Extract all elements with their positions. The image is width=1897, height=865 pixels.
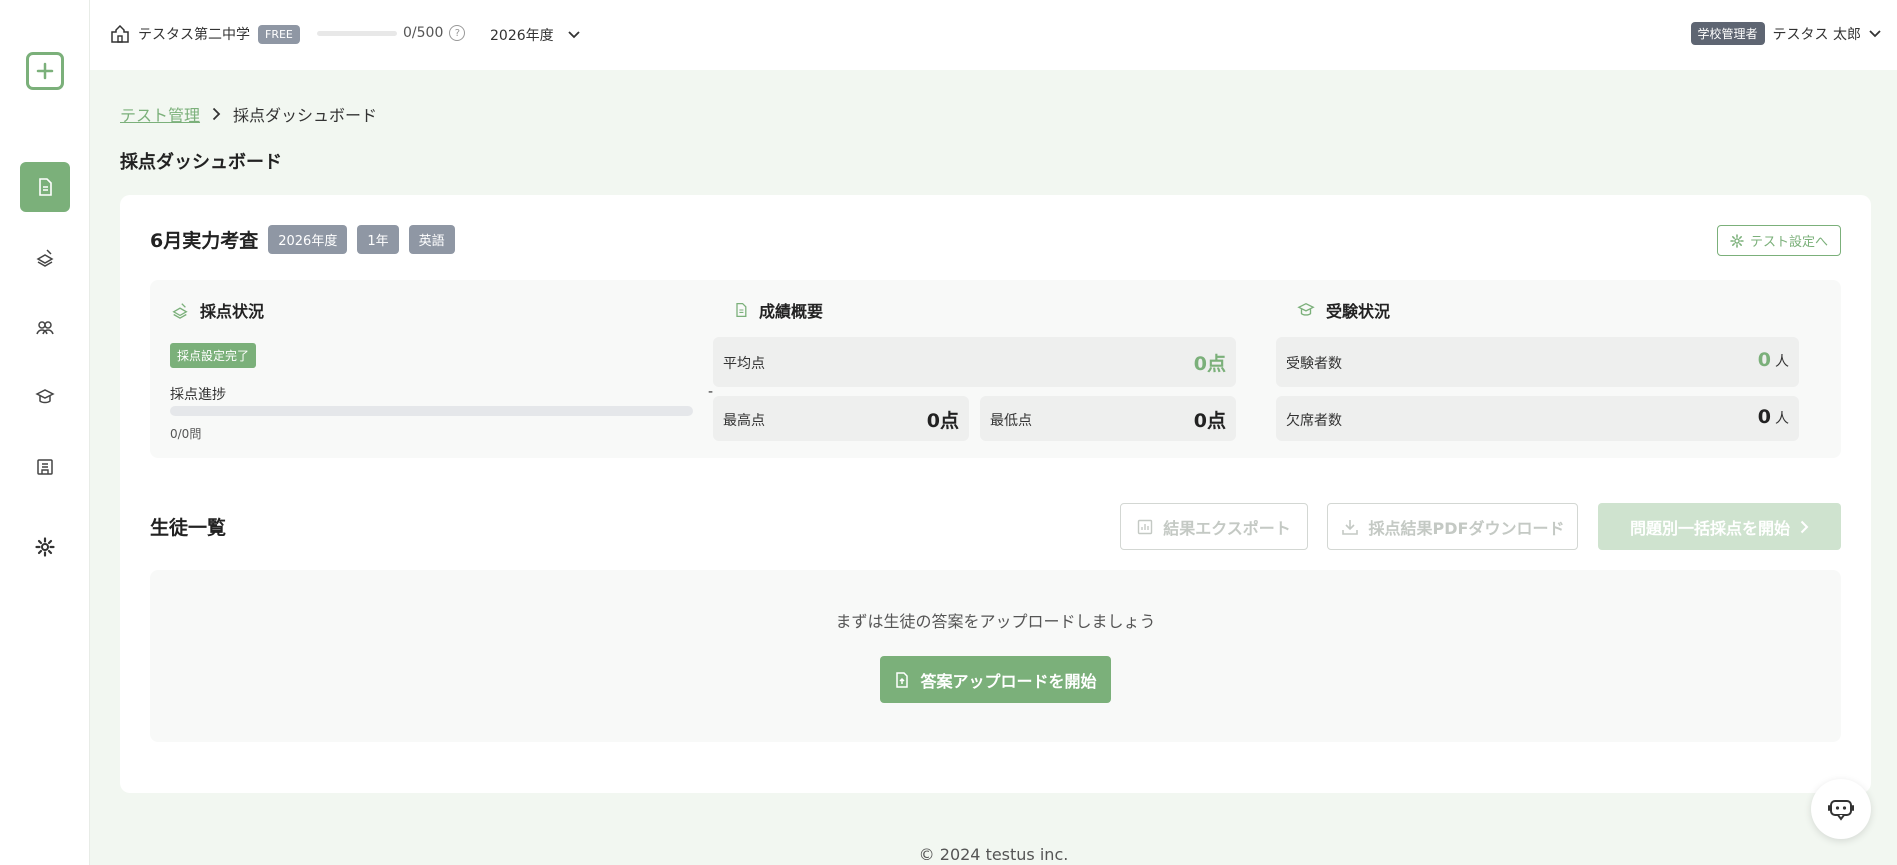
grading-icon [36, 249, 54, 267]
page-title: 採点ダッシュボード [120, 152, 282, 173]
students-heading: 生徒一覧 [150, 517, 227, 539]
role-badge: 学校管理者 [1690, 22, 1765, 45]
school-icon [111, 25, 129, 43]
quota-bar [317, 30, 397, 36]
footer-copyright: © 2024 testus inc. [918, 845, 1069, 864]
status-badge: 採点設定完了 [170, 343, 257, 368]
score-summary-heading: 成績概要 [733, 298, 823, 322]
top-header: テスタス第二中学 FREE 0/500 ? 2026年度 学校管理者 テスタス … [90, 0, 1897, 70]
exam-status-heading: 受験状況 [1296, 298, 1390, 322]
sidebar-item-settings[interactable] [20, 522, 70, 572]
grading-status-title: 採点状況 [200, 302, 265, 321]
document-icon [736, 302, 747, 318]
chevron-down-icon [568, 31, 580, 39]
chart-icon [1138, 519, 1153, 534]
tag-grade: 1年 [357, 225, 399, 254]
user-name: テスタス 太郎 [1772, 26, 1861, 43]
year-select[interactable]: 2026年度 [490, 25, 580, 45]
progress-count: 0/0問 [170, 427, 202, 441]
absent-label: 欠席者数 [1286, 413, 1342, 429]
chevron-right-icon [1800, 520, 1809, 533]
breadcrumb-link-tests[interactable]: テスト管理 [120, 102, 200, 126]
file-upload-icon [896, 671, 909, 688]
bulk-grade-label: 問題別一括採点を開始 [1629, 518, 1790, 538]
chat-support-button[interactable] [1811, 779, 1871, 839]
absent-value: 0人 [1758, 406, 1789, 428]
grading-status-heading: 採点状況 [170, 298, 264, 322]
min-label: 最低点 [990, 413, 1032, 429]
book-icon [37, 459, 53, 475]
test-title-row: 6月実力考査 2026年度 1年 英語 [150, 225, 455, 254]
dashboard-card: 6月実力考査 2026年度 1年 英語 テスト設定へ 採点状況 採点設定完了 採… [120, 195, 1871, 793]
exam-status-title: 受験状況 [1326, 302, 1391, 321]
test-settings-label: テスト設定へ [1749, 235, 1828, 250]
tag-year: 2026年度 [268, 225, 348, 254]
absent-count: 0 [1757, 406, 1771, 428]
sidebar-item-classes[interactable] [20, 442, 70, 492]
sidebar [0, 0, 90, 865]
pdf-download-button[interactable]: 採点結果PDFダウンロード [1327, 503, 1578, 550]
breadcrumb: テスト管理 採点ダッシュボード [120, 102, 377, 126]
sidebar-item-tests[interactable] [20, 162, 70, 212]
student-list-empty-state: まずは生徒の答案をアップロードしましょう 答案アップロードを開始 [150, 570, 1841, 742]
sidebar-item-grading[interactable] [20, 232, 70, 282]
quota-text: 0/500 [403, 25, 444, 41]
chevron-right-icon [212, 107, 221, 121]
average-label: 平均点 [723, 356, 765, 372]
breadcrumb-current: 採点ダッシュボード [233, 106, 378, 125]
chevron-down-icon [1869, 29, 1881, 37]
school-selector[interactable]: テスタス第二中学 FREE [110, 24, 300, 44]
user-menu[interactable]: 学校管理者 テスタス 太郎 [1690, 22, 1881, 45]
stats-panel: 採点状況 採点設定完了 採点進捗 - 0/0問 成績概要 平均点 0点 最高点 … [150, 280, 1841, 458]
examinees-unit: 人 [1775, 354, 1789, 370]
plan-badge: FREE [258, 24, 300, 44]
examinees-value: 0人 [1758, 349, 1789, 371]
examinees-label: 受験者数 [1286, 356, 1342, 372]
upload-answers-label: 答案アップロードを開始 [920, 671, 1097, 691]
year-value: 2026年度 [490, 28, 554, 44]
max-value: 0点 [926, 410, 959, 432]
graduation-cap-icon [35, 389, 55, 404]
sidebar-item-students[interactable] [20, 302, 70, 352]
school-name: テスタス第二中学 [138, 27, 250, 43]
export-button[interactable]: 結果エクスポート [1120, 503, 1308, 550]
gear-icon [35, 537, 55, 557]
help-icon[interactable]: ? [449, 25, 466, 41]
quota-indicator: 0/500 ? [317, 25, 466, 41]
add-icon[interactable] [26, 52, 64, 90]
gear-icon [1730, 233, 1744, 248]
empty-message: まずは生徒の答案をアップロードしましょう [835, 612, 1156, 631]
min-score-box: 最低点 0点 [980, 396, 1236, 441]
export-label: 結果エクスポート [1163, 518, 1291, 538]
download-icon [1341, 519, 1358, 535]
pdf-download-label: 採点結果PDFダウンロード [1368, 518, 1565, 538]
students-icon [36, 321, 54, 335]
sidebar-item-exams[interactable] [20, 372, 70, 422]
average-value: 0点 [1193, 353, 1226, 375]
max-score-box: 最高点 0点 [713, 396, 969, 441]
document-icon [39, 178, 52, 196]
examinees-count: 0 [1757, 349, 1771, 371]
examinees-box: 受験者数 0人 [1276, 337, 1799, 387]
progress-label: 採点進捗 [170, 387, 226, 403]
absent-unit: 人 [1775, 411, 1789, 427]
average-score-box: 平均点 0点 [713, 337, 1236, 387]
grading-icon [172, 303, 188, 319]
score-summary-title: 成績概要 [759, 302, 824, 321]
upload-answers-button[interactable]: 答案アップロードを開始 [880, 656, 1111, 703]
bulk-grade-button[interactable]: 問題別一括採点を開始 [1598, 503, 1841, 550]
graduation-cap-icon [1297, 302, 1315, 316]
test-settings-button[interactable]: テスト設定へ [1716, 225, 1841, 256]
tag-subject: 英語 [408, 225, 455, 254]
exam-status: 受験状況 受験者数 0人 欠席者数 0人 [1276, 280, 1841, 458]
grading-status: 採点状況 採点設定完了 採点進捗 - 0/0問 [150, 280, 713, 458]
test-title: 6月実力考査 [150, 230, 259, 252]
score-summary: 成績概要 平均点 0点 最高点 0点 最低点 0点 [713, 280, 1276, 458]
progress-bar [170, 406, 693, 416]
min-value: 0点 [1193, 410, 1226, 432]
max-label: 最高点 [723, 413, 765, 429]
absent-box: 欠席者数 0人 [1276, 396, 1799, 441]
chat-icon [1828, 800, 1854, 821]
